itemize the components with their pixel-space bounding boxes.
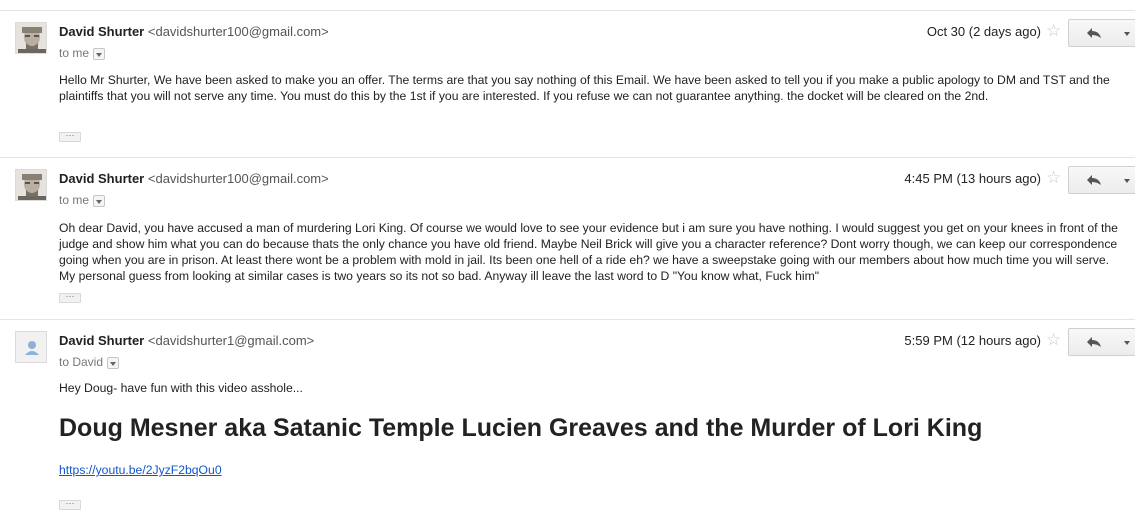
- recipient-line: to me: [59, 192, 106, 208]
- email-thread: David Shurter <davidshurter100@gmail.com…: [0, 0, 1135, 526]
- email-message: David Shurter <davidshurter100@gmail.com…: [0, 10, 1135, 157]
- sender-name[interactable]: David Shurter: [59, 333, 144, 348]
- video-title-heading: Doug Mesner aka Satanic Temple Lucien Gr…: [59, 414, 983, 442]
- email-message: David Shurter <davidshurter1@gmail.com> …: [0, 319, 1135, 526]
- show-trimmed-content-button[interactable]: ···: [59, 132, 81, 142]
- show-trimmed-content-button[interactable]: ···: [59, 500, 81, 510]
- message-body: Oh dear David, you have accused a man of…: [59, 221, 1118, 283]
- youtube-link[interactable]: https://youtu.be/2JyzF2bqOu0: [59, 462, 222, 478]
- reply-button[interactable]: [1068, 166, 1119, 194]
- show-details-dropdown[interactable]: [93, 48, 106, 60]
- star-icon[interactable]: ☆: [1046, 331, 1061, 349]
- reply-button[interactable]: [1068, 19, 1119, 47]
- show-trimmed-content-button[interactable]: ···: [59, 293, 81, 303]
- email-message: David Shurter <davidshurter100@gmail.com…: [0, 157, 1135, 319]
- message-body: Hello Mr Shurter, We have been asked to …: [59, 73, 1110, 103]
- more-options-button[interactable]: [1118, 19, 1135, 47]
- reply-button[interactable]: [1068, 328, 1119, 356]
- message-date: 4:45 PM (13 hours ago): [904, 171, 1041, 186]
- recipient-line: to David: [59, 354, 120, 370]
- reply-icon: [1086, 337, 1101, 347]
- sender-email: <davidshurter100@gmail.com>: [147, 171, 329, 186]
- message-body: Hey Doug- have fun with this video assho…: [59, 381, 303, 395]
- sender: David Shurter <davidshurter100@gmail.com…: [59, 171, 329, 187]
- recipient-line: to me: [59, 45, 106, 61]
- sender: David Shurter <davidshurter1@gmail.com>: [59, 333, 314, 349]
- sender-avatar[interactable]: [15, 169, 47, 201]
- sender-name[interactable]: David Shurter: [59, 171, 144, 186]
- recipient-label: to David: [59, 355, 104, 369]
- message-date: 5:59 PM (12 hours ago): [904, 333, 1041, 348]
- sender-name[interactable]: David Shurter: [59, 24, 144, 39]
- sender-email: <davidshurter1@gmail.com>: [147, 333, 315, 348]
- star-icon[interactable]: ☆: [1046, 169, 1061, 187]
- sender-email: <davidshurter100@gmail.com>: [147, 24, 329, 39]
- star-icon[interactable]: ☆: [1046, 22, 1061, 40]
- message-date: Oct 30 (2 days ago): [926, 24, 1041, 39]
- sender-avatar[interactable]: [15, 22, 47, 54]
- reply-icon: [1086, 175, 1101, 185]
- sender-avatar[interactable]: [15, 331, 47, 363]
- reply-icon: [1086, 28, 1101, 38]
- sender: David Shurter <davidshurter100@gmail.com…: [59, 24, 329, 40]
- recipient-label: to me: [59, 193, 90, 207]
- more-options-button[interactable]: [1118, 328, 1135, 356]
- show-details-dropdown[interactable]: [107, 357, 120, 369]
- recipient-label: to me: [59, 46, 90, 60]
- more-options-button[interactable]: [1118, 166, 1135, 194]
- show-details-dropdown[interactable]: [93, 195, 106, 207]
- default-person-icon: [16, 332, 46, 362]
